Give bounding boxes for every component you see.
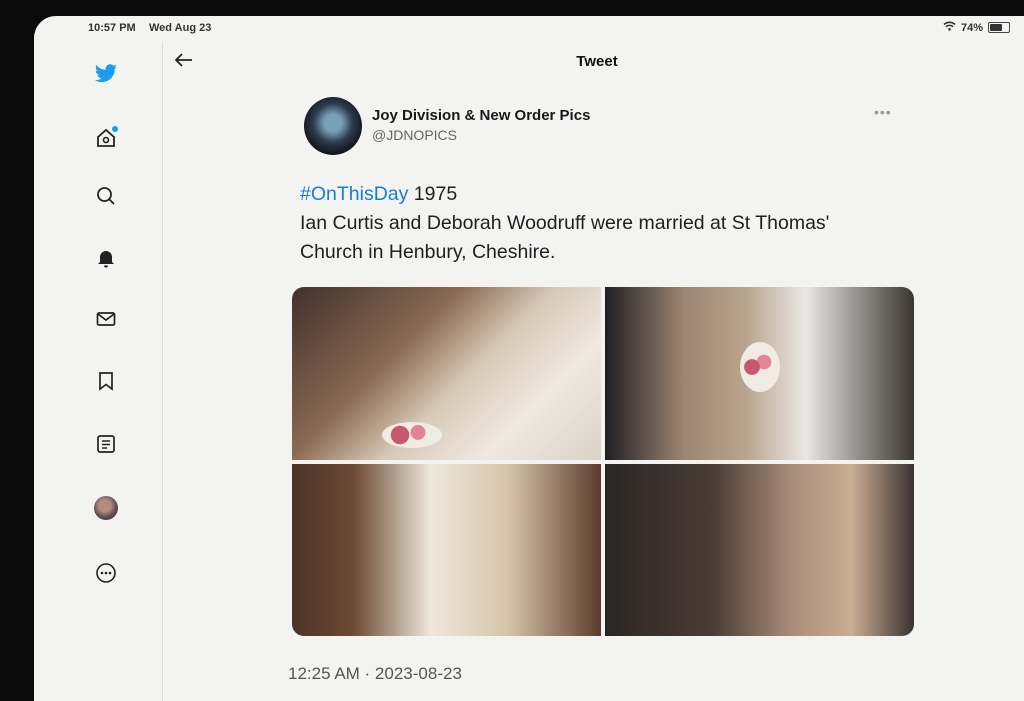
tweet-body: Ian Curtis and Deborah Woodruff were mar… xyxy=(300,212,830,263)
search-icon[interactable] xyxy=(92,182,120,210)
home-icon[interactable] xyxy=(92,124,120,152)
ellipsis-icon: ••• xyxy=(874,104,892,120)
arrow-left-icon xyxy=(174,52,193,72)
battery-fill xyxy=(990,24,1002,31)
media-grid xyxy=(292,287,914,636)
tweet-photo-4[interactable] xyxy=(605,463,914,636)
tablet-screen: 10:57 PM Wed Aug 23 74% Tweet Joy Divisi… xyxy=(34,16,1024,701)
page-header: Tweet xyxy=(162,42,1024,82)
wifi-icon xyxy=(943,21,956,34)
messages-icon[interactable] xyxy=(92,305,120,333)
tweet-photo-3[interactable] xyxy=(292,463,601,636)
page-title: Tweet xyxy=(576,53,618,70)
more-icon[interactable] xyxy=(92,559,120,587)
notifications-icon[interactable] xyxy=(92,244,120,272)
status-right: 74% xyxy=(943,21,1010,34)
bouquet-icon xyxy=(740,342,780,392)
bouquet-icon xyxy=(382,422,442,448)
twitter-logo-icon[interactable] xyxy=(92,60,120,88)
battery-percentage: 74% xyxy=(960,21,983,34)
lists-icon[interactable] xyxy=(92,430,120,458)
status-time: 10:57 PM xyxy=(88,22,136,34)
author-avatar[interactable] xyxy=(304,97,362,155)
author-handle[interactable]: @JDNOPICS xyxy=(372,127,457,143)
tweet-year: 1975 xyxy=(408,183,458,205)
tweet-timestamp: 12:25 AM · 2023-08-23 xyxy=(288,664,462,683)
status-bar: 10:57 PM Wed Aug 23 74% xyxy=(34,16,1024,42)
battery-icon xyxy=(988,22,1010,33)
profile-avatar[interactable] xyxy=(92,494,120,522)
more-options-button[interactable]: ••• xyxy=(874,104,892,120)
hashtag-link[interactable]: #OnThisDay xyxy=(300,183,408,205)
bookmarks-icon[interactable] xyxy=(92,367,120,395)
tweet-text: #OnThisDay 1975 Ian Curtis and Deborah W… xyxy=(300,180,880,267)
tweet-photo-2[interactable] xyxy=(605,287,914,460)
avatar xyxy=(94,496,118,520)
status-date: Wed Aug 23 xyxy=(149,22,212,34)
notification-dot xyxy=(112,126,118,132)
author-name[interactable]: Joy Division & New Order Pics xyxy=(372,107,590,124)
tweet-photo-1[interactable] xyxy=(292,287,601,460)
sidebar xyxy=(34,42,163,701)
back-button[interactable] xyxy=(172,50,196,74)
